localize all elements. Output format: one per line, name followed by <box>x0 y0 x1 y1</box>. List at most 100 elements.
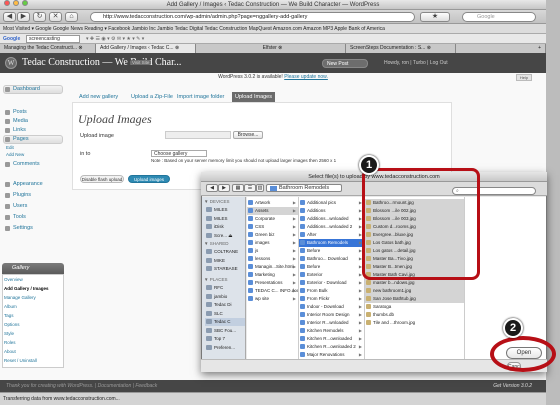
file-item[interactable]: thumbs.db <box>365 311 464 319</box>
places-item[interactable]: SBC Fou... <box>205 327 245 335</box>
menu-tools[interactable]: Tools <box>3 213 63 222</box>
folder-item[interactable]: Exterior ▶ <box>299 271 364 279</box>
menu-dashboard[interactable]: Dashboard <box>3 85 63 94</box>
folder-item[interactable]: CSS ▶ <box>247 223 298 231</box>
folder-item[interactable]: Additions...wnloaded ▶ <box>299 215 364 223</box>
gallery-tags[interactable]: Tags <box>4 313 14 318</box>
url-bar[interactable]: http://www.tedacconstruction.com/wp-admi… <box>90 12 415 22</box>
folder-item[interactable]: Kitchen R...ownloaded ▶ <box>299 335 364 343</box>
footer-credits[interactable]: Thank you for creating with WordPress. |… <box>6 383 157 389</box>
tab-add-gallery[interactable]: Add Gallery / Images ‹ Tedac C... ⊗ <box>96 44 196 53</box>
path-popup[interactable]: Bathroom Remodels <box>266 184 342 192</box>
file-item[interactable]: San Jose Bathtub.jpg <box>365 295 464 303</box>
tab-elfster[interactable]: Elfster ⊗ <box>196 44 346 53</box>
site-title[interactable]: Tedac Construction — We Build Char... <box>22 57 181 68</box>
folder-item[interactable]: Exterior - Download ▶ <box>299 279 364 287</box>
folder-item[interactable]: Assets ▶ <box>247 207 298 215</box>
folder-item[interactable]: Corporate ▶ <box>247 215 298 223</box>
menu-gallery[interactable]: Gallery <box>2 263 64 274</box>
gallery-overview[interactable]: Overview <box>4 277 23 282</box>
devices-item[interactable]: Scre... ⏏ <box>205 232 245 240</box>
places-item[interactable]: Tedac Di <box>205 301 245 309</box>
reload-icon[interactable]: ↻ <box>33 12 46 22</box>
places-item[interactable]: Preferen... <box>205 344 245 352</box>
folder-item[interactable]: From Bulk ▶ <box>299 287 364 295</box>
gallery-add-images[interactable]: Add Gallery / Images <box>4 286 49 291</box>
upload-images-button[interactable]: Upload images <box>128 175 170 183</box>
places-item[interactable]: RFC <box>205 284 245 292</box>
shared-item[interactable]: STARBASE <box>205 265 245 273</box>
visit-site-button[interactable]: Visit Site <box>130 60 152 65</box>
folder-item[interactable]: Major Renovations ▶ <box>299 351 364 359</box>
file-item[interactable]: master b...ndows.jpg <box>365 279 464 287</box>
tab-import-folder[interactable]: Import image folder <box>174 92 227 102</box>
google-search-field[interactable]: screencasting <box>26 35 80 43</box>
toolbar-icons[interactable]: ▾ ✚ ☰ ◉ ▾ ⚙ ✉ ▾ ★ ▾ ✎ ▾ <box>86 34 144 43</box>
folder-item[interactable]: wp site ▶ <box>247 295 298 303</box>
places-item[interactable]: Tedac C <box>205 318 245 326</box>
menu-media[interactable]: Media <box>3 117 63 126</box>
folder-item[interactable]: Interior Room Design ▶ <box>299 311 364 319</box>
folder-item[interactable]: Kitchen R...ownloaded 2 ▶ <box>299 343 364 351</box>
dialog-forward-icon[interactable]: ▶ <box>218 184 230 192</box>
update-link[interactable]: Please update now. <box>284 74 328 80</box>
folder-item[interactable]: Indoor - Download ▶ <box>299 303 364 311</box>
tab-screensteps[interactable]: ScreenSteps Documentation : S... ⊗ <box>346 44 456 53</box>
footer-version[interactable]: Get Version 3.0.2 <box>493 380 532 392</box>
view-list-icon[interactable]: ☰ <box>244 184 256 192</box>
menu-settings[interactable]: Settings <box>3 224 63 233</box>
user-greeting[interactable]: Howdy, ron | Turbo | Log Out <box>384 60 448 66</box>
folder-item[interactable]: Bathroom Remodels ▶ <box>299 239 364 247</box>
folder-item[interactable]: Managin...Site.html ▶ <box>247 263 298 271</box>
help-button[interactable]: Help <box>516 74 532 81</box>
addon-icon[interactable]: ★ <box>420 12 450 22</box>
tab-managing[interactable]: Managing the Tedac Constructi... ⊗ <box>0 44 96 53</box>
shared-item[interactable]: MIKE <box>205 257 245 265</box>
view-columns-icon[interactable]: ▥ <box>256 184 264 192</box>
devices-item[interactable]: MILES <box>205 206 245 214</box>
menu-plugins[interactable]: Plugins <box>3 191 63 200</box>
file-field[interactable] <box>165 131 231 139</box>
gallery-style[interactable]: Style <box>4 331 14 336</box>
search-input[interactable]: Google <box>462 12 536 22</box>
folder-item[interactable]: Presentations ▶ <box>247 279 298 287</box>
folder-item[interactable]: Bathroo... Download ▶ <box>299 255 364 263</box>
menu-links[interactable]: Links <box>3 126 63 135</box>
menu-appearance[interactable]: Appearance <box>3 180 63 189</box>
tab-upload-images[interactable]: Upload Images <box>232 92 275 102</box>
gallery-options[interactable]: Options <box>4 322 20 327</box>
folder-item[interactable]: From Flickr ▶ <box>299 295 364 303</box>
places-item[interactable]: jambio <box>205 293 245 301</box>
file-item[interactable]: Saratoga <box>365 303 464 311</box>
folder-item[interactable]: images ▶ <box>247 239 298 247</box>
folder-item[interactable]: Additions ▶ <box>299 207 364 215</box>
view-icons-icon[interactable]: ▦ <box>232 184 244 192</box>
file-item[interactable]: new bathroom1.jpg <box>365 287 464 295</box>
places-item[interactable]: SLC <box>205 310 245 318</box>
menu-posts[interactable]: Posts <box>3 108 63 117</box>
tab-upload-zip[interactable]: Upload a Zip-File <box>128 92 176 102</box>
dialog-back-icon[interactable]: ◀ <box>206 184 218 192</box>
window-controls[interactable] <box>4 0 31 10</box>
gallery-roles[interactable]: Roles <box>4 340 16 345</box>
folder-item[interactable]: Before ▶ <box>299 263 364 271</box>
file-item[interactable]: Tile and ...throom.jpg <box>365 319 464 327</box>
gallery-reset[interactable]: Reset / Uninstall <box>4 358 37 363</box>
gallery-about[interactable]: About <box>4 349 16 354</box>
folder-item[interactable]: Before ▶ <box>299 247 364 255</box>
gallery-select[interactable]: Choose gallery <box>151 150 207 157</box>
folder-item[interactable]: Marketing ▶ <box>247 271 298 279</box>
folder-item[interactable]: lessons ▶ <box>247 255 298 263</box>
gallery-album[interactable]: Album <box>4 304 17 309</box>
new-post-button[interactable]: New Post <box>322 59 368 68</box>
gallery-manage[interactable]: Manage Gallery <box>4 295 36 300</box>
menu-pages-add-new[interactable]: Add New <box>6 152 24 157</box>
places-item[interactable]: Top 7 <box>205 335 245 343</box>
folder-item[interactable]: Artwork ▶ <box>247 199 298 207</box>
folder-item[interactable]: Green biz ▶ <box>247 231 298 239</box>
folder-item[interactable]: TEDAC C... INFO.doc ▶ <box>247 287 298 295</box>
folder-item[interactable]: Additional pics ▶ <box>299 199 364 207</box>
folder-item[interactable]: After ▶ <box>299 231 364 239</box>
menu-comments[interactable]: Comments <box>3 160 63 169</box>
disable-flash-button[interactable]: Disable flash upload <box>80 175 124 183</box>
